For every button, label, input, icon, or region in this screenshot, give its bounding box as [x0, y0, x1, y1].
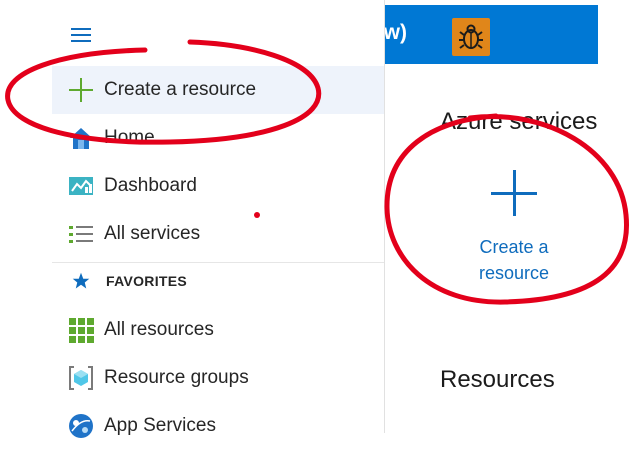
sidebar-item-resource-groups[interactable]: Resource groups — [52, 354, 384, 402]
sidebar-item-dashboard[interactable]: Dashboard — [52, 162, 384, 210]
top-bar: ew) — [384, 5, 598, 64]
sidebar-item-label: App Services — [104, 415, 216, 436]
resources-heading: Resources — [440, 366, 555, 393]
portal-title: ew) — [384, 21, 408, 44]
sidebar-item-home[interactable]: Home — [52, 114, 384, 162]
create-resource-label-line2: resource — [478, 263, 550, 283]
sidebar-item-app-services[interactable]: App Services — [52, 402, 384, 450]
resource-group-icon — [68, 365, 94, 391]
sidebar-item-label: All services — [104, 223, 201, 244]
create-resource-label-line1: Create a — [479, 237, 549, 257]
plus-icon — [491, 170, 537, 216]
portal-menu-sidebar: Create a resource Home Dashboard All ser… — [52, 0, 385, 438]
list-icon — [68, 221, 94, 247]
sidebar-item-all-resources[interactable]: All resources — [52, 306, 384, 354]
bug-icon — [459, 24, 483, 49]
sidebar-item-label: Home — [104, 127, 155, 148]
dashboard-icon — [68, 173, 94, 199]
sidebar-item-all-services[interactable]: All services — [52, 210, 384, 258]
home-icon — [68, 125, 94, 151]
azure-services-heading: Azure services — [440, 108, 598, 135]
sidebar-item-label: Create a resource — [104, 79, 257, 100]
plus-icon — [68, 77, 94, 103]
sidebar-item-label: Dashboard — [104, 175, 197, 196]
sidebar-item-label: All resources — [104, 319, 214, 340]
sidebar-item-create-resource[interactable]: Create a resource — [52, 66, 384, 114]
hamburger-menu-icon[interactable] — [71, 28, 91, 42]
star-icon — [72, 272, 90, 295]
create-resource-tile[interactable]: Create a resource — [450, 170, 578, 290]
grid-icon — [68, 317, 94, 343]
feedback-bug-button[interactable] — [452, 18, 490, 56]
divider — [52, 262, 384, 263]
favorites-heading: FAVORITES — [106, 273, 188, 289]
sidebar-item-label: Resource groups — [104, 367, 249, 388]
app-services-icon — [68, 413, 94, 439]
